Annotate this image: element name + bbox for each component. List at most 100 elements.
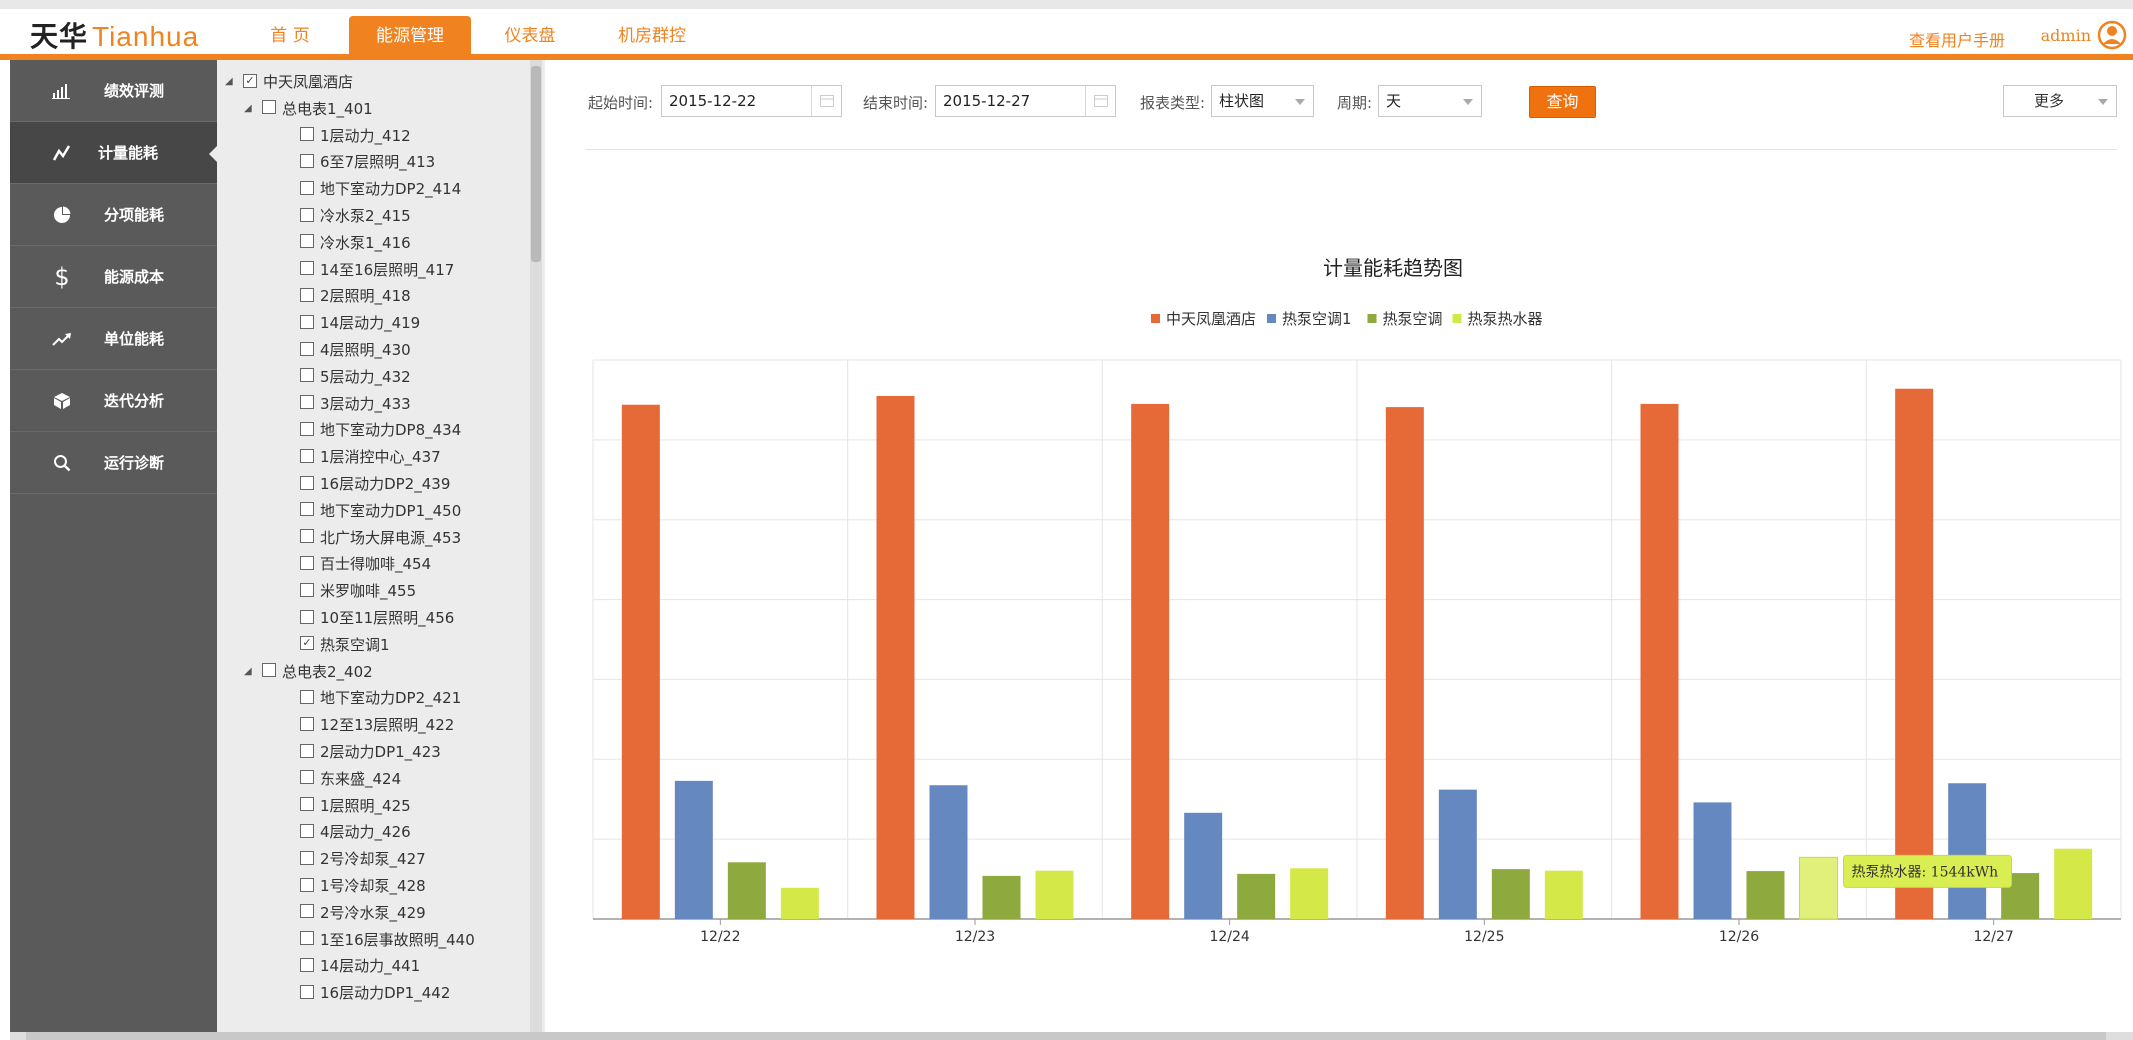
- tree-node-item[interactable]: 2号冷却泵_427: [300, 849, 426, 869]
- tab-dashboard[interactable]: 仪表盘: [490, 16, 570, 54]
- bar: [929, 785, 968, 919]
- checkbox[interactable]: [262, 100, 276, 115]
- checkbox[interactable]: [300, 207, 314, 222]
- checkbox[interactable]: [262, 663, 276, 678]
- tree-node-item[interactable]: 1层照明_425: [300, 796, 411, 816]
- tree-node-root[interactable]: ◢ ✓ 中天凤凰酒店: [225, 72, 353, 92]
- checkbox[interactable]: [300, 341, 314, 356]
- tab-machine-room-control[interactable]: 机房群控: [602, 16, 702, 54]
- checkbox[interactable]: [300, 609, 314, 624]
- tree-node-item[interactable]: 1层消控中心_437: [300, 447, 441, 467]
- tree-node-group[interactable]: ◢ 总电表1_401: [244, 99, 373, 119]
- checkbox[interactable]: [300, 823, 314, 838]
- tree-node-item[interactable]: 冷水泵1_416: [300, 233, 411, 253]
- sidebar-item-performance[interactable]: 绩效评测: [10, 60, 217, 122]
- tree-node-item[interactable]: 1号冷却泵_428: [300, 876, 426, 896]
- checkbox[interactable]: [300, 421, 314, 436]
- expand-arrow-icon[interactable]: ◢: [244, 662, 256, 682]
- checkbox[interactable]: [300, 127, 314, 142]
- tree-node-item[interactable]: ✓ 热泵空调1: [300, 635, 390, 655]
- tree-node-item[interactable]: 地下室动力DP1_450: [300, 501, 461, 521]
- tree-node-item[interactable]: 地下室动力DP8_434: [300, 420, 461, 440]
- tab-home[interactable]: 首 页: [250, 16, 330, 54]
- horizontal-scrollbar[interactable]: [10, 1032, 2133, 1040]
- checkbox[interactable]: [300, 153, 314, 168]
- tree-node-label: 冷水泵2_415: [320, 207, 411, 225]
- checkbox[interactable]: [300, 797, 314, 812]
- checkbox[interactable]: [300, 877, 314, 892]
- user-manual-link[interactable]: 查看用户手册: [1909, 27, 2005, 51]
- sidebar-item-iteration-analysis[interactable]: 迭代分析: [10, 370, 217, 432]
- tree-node-item[interactable]: 14层动力_419: [300, 313, 420, 333]
- checkbox-checked[interactable]: ✓: [300, 636, 314, 651]
- tree-scrollbar[interactable]: [530, 60, 542, 1032]
- bar: [1746, 871, 1785, 919]
- tree-node-item[interactable]: 16层动力DP2_439: [300, 474, 450, 494]
- tree-node-item[interactable]: 2层照明_418: [300, 286, 411, 306]
- sidebar-item-operation-diagnosis[interactable]: 运行诊断: [10, 432, 217, 494]
- sidebar-item-metered-energy[interactable]: 计量能耗: [10, 122, 218, 184]
- tree-node-item[interactable]: 百士得咖啡_454: [300, 554, 431, 574]
- tree-node-item[interactable]: 12至13层照明_422: [300, 715, 454, 735]
- tree-node-item[interactable]: 2层动力DP1_423: [300, 742, 441, 762]
- admin-user-menu[interactable]: admin: [2041, 26, 2091, 45]
- checkbox[interactable]: [300, 904, 314, 919]
- tree-scrollbar-thumb[interactable]: [531, 66, 541, 262]
- bar: [1237, 873, 1276, 919]
- sidebar-item-itemized-energy[interactable]: 分项能耗: [10, 184, 217, 246]
- checkbox[interactable]: [300, 502, 314, 517]
- tree-node-item[interactable]: 16层动力DP1_442: [300, 983, 450, 1003]
- bar: [1438, 789, 1477, 919]
- checkbox[interactable]: [300, 287, 314, 302]
- tree-node-item[interactable]: 14至16层照明_417: [300, 260, 454, 280]
- tree-node-group[interactable]: ◢ 总电表2_402: [244, 662, 373, 682]
- tree-node-item[interactable]: 1至16层事故照明_440: [300, 930, 475, 950]
- checkbox[interactable]: [300, 475, 314, 490]
- checkbox[interactable]: [300, 931, 314, 946]
- tree-node-label: 总电表1_401: [282, 99, 373, 118]
- checkbox[interactable]: [300, 234, 314, 249]
- checkbox[interactable]: [300, 314, 314, 329]
- checkbox[interactable]: [300, 957, 314, 972]
- checkbox[interactable]: [300, 555, 314, 570]
- checkbox[interactable]: [300, 448, 314, 463]
- checkbox[interactable]: [300, 984, 314, 999]
- expand-arrow-icon[interactable]: ◢: [225, 72, 237, 92]
- tree-node-item[interactable]: 3层动力_433: [300, 394, 411, 414]
- checkbox[interactable]: [300, 716, 314, 731]
- brand-logo[interactable]: 天华 Tianhua: [30, 17, 199, 57]
- tree-node-item[interactable]: 6至7层照明_413: [300, 152, 435, 172]
- checkbox[interactable]: [300, 368, 314, 383]
- tree-node-item[interactable]: 米罗咖啡_455: [300, 581, 416, 601]
- checkbox[interactable]: [300, 770, 314, 785]
- checkbox[interactable]: [300, 261, 314, 276]
- tree-node-item[interactable]: 4层动力_426: [300, 822, 411, 842]
- checkbox[interactable]: [300, 529, 314, 544]
- user-avatar-icon[interactable]: [2097, 20, 2127, 50]
- bar: [1131, 403, 1170, 920]
- tree-node-item[interactable]: 14层动力_441: [300, 956, 420, 976]
- checkbox-checked[interactable]: ✓: [243, 73, 257, 88]
- tree-node-item[interactable]: 5层动力_432: [300, 367, 411, 387]
- tree-node-item[interactable]: 北广场大屏电源_453: [300, 528, 461, 548]
- sidebar-item-energy-cost[interactable]: $ 能源成本: [10, 246, 217, 308]
- tree-node-item[interactable]: 10至11层照明_456: [300, 608, 454, 628]
- checkbox[interactable]: [300, 395, 314, 410]
- tree-node-item[interactable]: 冷水泵2_415: [300, 206, 411, 226]
- expand-arrow-icon[interactable]: ◢: [244, 99, 256, 119]
- horizontal-scrollbar-thumb[interactable]: [26, 1032, 2106, 1040]
- tree-node-item[interactable]: 2号冷水泵_429: [300, 903, 426, 923]
- tab-energy-management[interactable]: 能源管理: [349, 16, 471, 54]
- tree-node-item[interactable]: 地下室动力DP2_421: [300, 688, 461, 708]
- tree-node-item[interactable]: 1层动力_412: [300, 126, 411, 146]
- checkbox[interactable]: [300, 180, 314, 195]
- checkbox[interactable]: [300, 582, 314, 597]
- tree-node-item[interactable]: 地下室动力DP2_414: [300, 179, 461, 199]
- checkbox[interactable]: [300, 689, 314, 704]
- tree-node-item[interactable]: 东来盛_424: [300, 769, 401, 789]
- checkbox[interactable]: [300, 743, 314, 758]
- sidebar-item-unit-energy[interactable]: 单位能耗: [10, 308, 217, 370]
- tree-node-item[interactable]: 4层照明_430: [300, 340, 411, 360]
- tree-node-label: 4层动力_426: [320, 823, 411, 842]
- checkbox[interactable]: [300, 850, 314, 865]
